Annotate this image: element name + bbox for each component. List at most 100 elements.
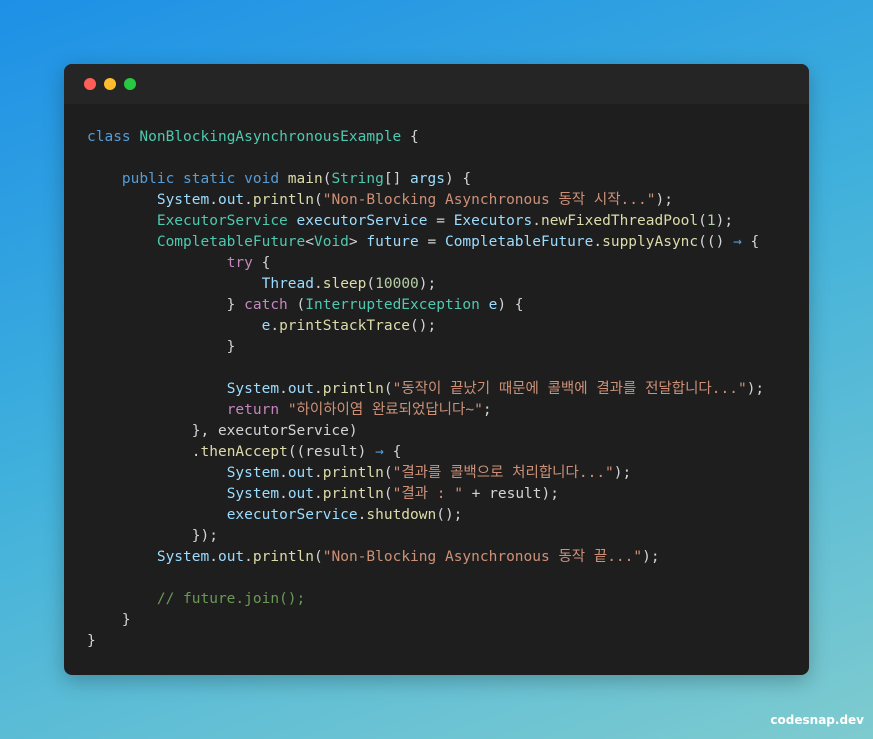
code-token: . [87,444,201,460]
code-token: ((result) [287,444,376,460]
code-token: executorService [226,507,358,523]
code-token: { [383,444,402,460]
code-token: out [287,465,315,481]
code-line: }, executorService) [87,421,764,442]
code-line: executorService.shutdown(); [87,505,764,526]
code-token: supplyAsync [602,234,699,250]
code-token: . [314,465,323,481]
code-block: class NonBlockingAsynchronousExample { p… [87,127,764,652]
code-token: 1 [706,213,716,229]
code-line: Thread.sleep(10000); [87,274,764,295]
code-token: "하이하이염 완료되었답니다~" [287,402,483,418]
code-token: ( [287,297,306,313]
code-token: = [418,234,445,250]
code-token: "결과를 콜백으로 처리합니다..." [392,465,614,481]
code-token: ); [715,213,734,229]
code-token: // future.join(); [156,591,306,607]
code-token: printStackTrace [279,318,411,334]
code-token: . [314,486,323,502]
code-token: ExecutorService [156,213,288,229]
code-line: ExecutorService executorService = Execut… [87,211,764,232]
code-token: main [287,171,323,187]
code-token: ) { [444,171,472,187]
code-token: ); [655,192,673,208]
code-token: }, executorService) [87,423,358,439]
code-token: ( [383,465,393,481]
code-token: . [279,486,288,502]
code-token: System [226,486,280,502]
code-line: e.printStackTrace(); [87,316,764,337]
code-token: Executors [453,213,533,229]
code-token: = [427,213,454,229]
code-token: System [226,381,280,397]
code-line: } [87,631,764,652]
code-token: catch [244,297,288,313]
code-token: ( [314,549,323,565]
window-titlebar [64,64,809,104]
code-token: println [252,192,315,208]
code-token: { [252,255,271,271]
code-token: Thread [261,276,314,292]
code-token: . [532,213,541,229]
code-token: (); [436,507,463,523]
code-line: class NonBlockingAsynchronousExample { [87,127,764,148]
code-line: return "하이하이염 완료되었답니다~"; [87,400,764,421]
code-token: . [244,549,253,565]
code-token: ; [482,402,492,418]
code-line: System.out.println("결과 : " + result); [87,484,764,505]
code-token: InterruptedException [305,297,480,313]
code-token: class [87,129,140,145]
code-line: public static void main(String[] args) { [87,169,764,190]
code-token: ( [314,192,323,208]
code-token: println [322,381,384,397]
code-token: [] [383,171,411,187]
code-line: .thenAccept((result) → { [87,442,764,463]
watermark: codesnap.dev [770,713,864,727]
code-token: ( [366,276,376,292]
code-line: CompletableFuture<Void> future = Complet… [87,232,764,253]
code-token: String [331,171,384,187]
code-token: . [270,318,280,334]
code-token: try [226,255,253,271]
minimize-window-dot-icon[interactable] [104,78,116,90]
code-token: out [217,549,245,565]
code-window: class NonBlockingAsynchronousExample { p… [64,64,809,675]
code-token: thenAccept [200,444,288,460]
code-token: }); [87,528,218,544]
code-token: out [287,486,315,502]
code-line: } catch (InterruptedException e) { [87,295,764,316]
code-token: } [87,297,245,313]
maximize-window-dot-icon[interactable] [124,78,136,90]
code-token: ); [642,549,660,565]
code-token: (() [698,234,734,250]
code-token: "동작이 끝났기 때문에 콜백에 결과를 전달합니다..." [392,381,747,397]
code-token: . [244,192,253,208]
code-token: { [401,129,419,145]
code-line: // future.join(); [87,589,764,610]
code-token: newFixedThreadPool [541,213,699,229]
code-token: (); [410,318,437,334]
code-line: System.out.println("Non-Blocking Asynchr… [87,547,764,568]
code-token: . [314,381,323,397]
close-window-dot-icon[interactable] [84,78,96,90]
code-token: ) { [497,297,524,313]
code-token: System [156,549,210,565]
code-token: "결과 : " [392,486,463,502]
code-token: args [410,171,445,187]
code-line: System.out.println("Non-Blocking Asynchr… [87,190,764,211]
code-token: System [226,465,280,481]
code-token: + result); [462,486,559,502]
